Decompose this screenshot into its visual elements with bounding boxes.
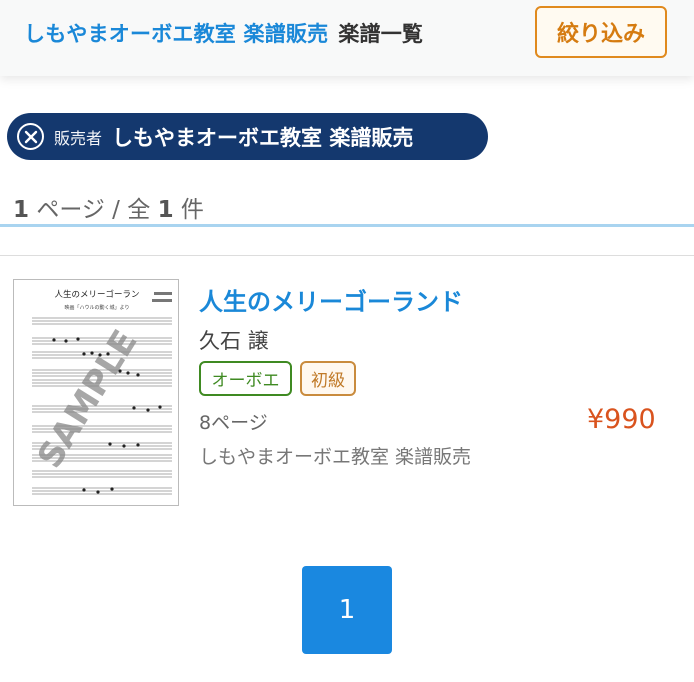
divider-gray — [0, 255, 694, 256]
breadcrumb-current: 楽譜一覧 — [338, 22, 424, 46]
result-total-suffix: 件 — [180, 197, 204, 223]
instrument-tag: オーボエ — [199, 361, 292, 396]
item-title-link[interactable]: 人生のメリーゴーランド — [199, 282, 463, 317]
result-count: 1 ページ / 全 1 件 — [13, 190, 204, 224]
result-page-word: ページ / 全 — [36, 197, 151, 223]
score-credit-line — [154, 292, 172, 295]
seller-filter-chip[interactable]: 販売者 しもやまオーボエ教室 楽譜販売 — [7, 113, 488, 160]
result-page-number: 1 — [13, 197, 30, 223]
pagination-page-1-button[interactable]: 1 — [302, 566, 392, 654]
result-total: 1 — [157, 197, 174, 223]
close-circle-icon[interactable] — [17, 123, 44, 150]
score-title: 人生のメリーゴーラン — [54, 289, 139, 300]
top-header: しもやまオーボエ教室 楽譜販売 楽譜一覧 絞り込み — [0, 0, 694, 76]
sample-watermark: SAMPLE — [30, 323, 146, 475]
level-tag: 初級 — [300, 361, 356, 396]
breadcrumb-seller-link[interactable]: しもやまオーボエ教室 楽譜販売 — [24, 22, 328, 46]
item-price: ¥990 — [587, 404, 656, 435]
filter-button[interactable]: 絞り込み — [535, 6, 667, 58]
chip-label: 販売者 — [54, 128, 103, 148]
item-seller: しもやまオーボエ教室 楽譜販売 — [199, 446, 472, 468]
item-page-count: 8ページ — [199, 412, 268, 434]
divider-blue — [0, 224, 694, 227]
chip-value: しもやまオーボエ教室 楽譜販売 — [112, 125, 414, 150]
score-image: 人生のメリーゴーラン 映画「ハウルの動く城」より SAMPLE — [30, 289, 172, 495]
score-subtitle: 映画「ハウルの動く城」より — [65, 304, 130, 311]
sheet-music-thumbnail[interactable]: 人生のメリーゴーラン 映画「ハウルの動く城」より SAMPLE — [13, 279, 179, 506]
item-composer: 久石 譲 — [199, 329, 269, 353]
score-credit-line — [152, 299, 172, 302]
breadcrumb: しもやまオーボエ教室 楽譜販売 楽譜一覧 — [24, 18, 423, 48]
